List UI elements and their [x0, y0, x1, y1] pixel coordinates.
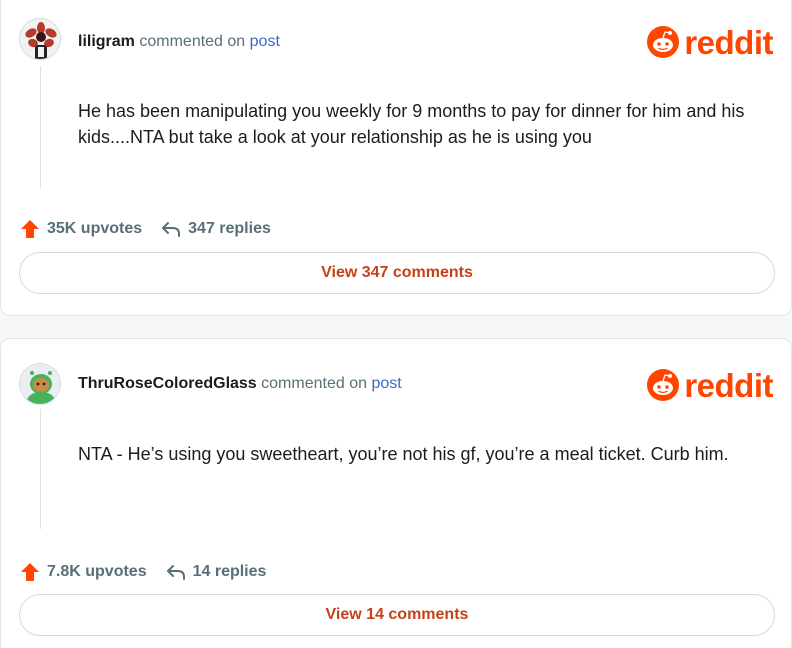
reply-icon[interactable] — [160, 219, 182, 239]
username[interactable]: ThruRoseColoredGlass — [78, 375, 257, 392]
upvote-icon[interactable] — [19, 218, 41, 240]
snoo-green-hoodie-avatar-icon — [20, 364, 60, 404]
reddit-wordmark: reddit — [684, 23, 773, 61]
thread-line — [40, 409, 41, 529]
reply-count: 14 replies — [192, 563, 267, 580]
comment-card: liligram commented on post reddit He has… — [0, 0, 792, 316]
reply-icon[interactable] — [165, 562, 187, 582]
reddit-wordmark: reddit — [684, 366, 773, 404]
user-avatar[interactable] — [19, 363, 61, 405]
post-link[interactable]: post — [371, 375, 401, 392]
reply-count: 347 replies — [188, 220, 271, 237]
username[interactable]: liligram — [78, 33, 135, 50]
upvote-count: 7.8K upvotes — [47, 563, 147, 580]
post-link[interactable]: post — [250, 33, 280, 50]
commented-on-label: commented on — [139, 33, 246, 50]
commented-on-label: commented on — [261, 375, 367, 392]
user-avatar[interactable] — [19, 18, 61, 60]
snoo-icon — [647, 369, 680, 401]
reddit-logo[interactable]: reddit — [646, 23, 773, 61]
upvote-icon[interactable] — [19, 561, 41, 583]
comment-stats: 35K upvotes 347 replies — [19, 218, 271, 240]
comment-body: NTA - He’s using you sweetheart, you’re … — [78, 444, 729, 464]
upvote-count: 35K upvotes — [47, 220, 143, 237]
comment-header: liligram commented on post — [78, 33, 280, 51]
comment-header: ThruRoseColoredGlass commented on post — [78, 375, 402, 393]
red-flower-creature-avatar-icon — [20, 19, 60, 59]
comment-body: He has been manipulating you weekly for … — [78, 101, 745, 147]
view-comments-button[interactable]: View 14 comments — [19, 594, 775, 636]
snoo-icon — [647, 26, 680, 58]
comment-card: ThruRoseColoredGlass commented on post r… — [0, 338, 792, 648]
reddit-logo[interactable]: reddit — [646, 366, 773, 404]
thread-line — [40, 66, 41, 188]
comment-stats: 7.8K upvotes 14 replies — [19, 561, 266, 583]
view-comments-button[interactable]: View 347 comments — [19, 252, 775, 294]
